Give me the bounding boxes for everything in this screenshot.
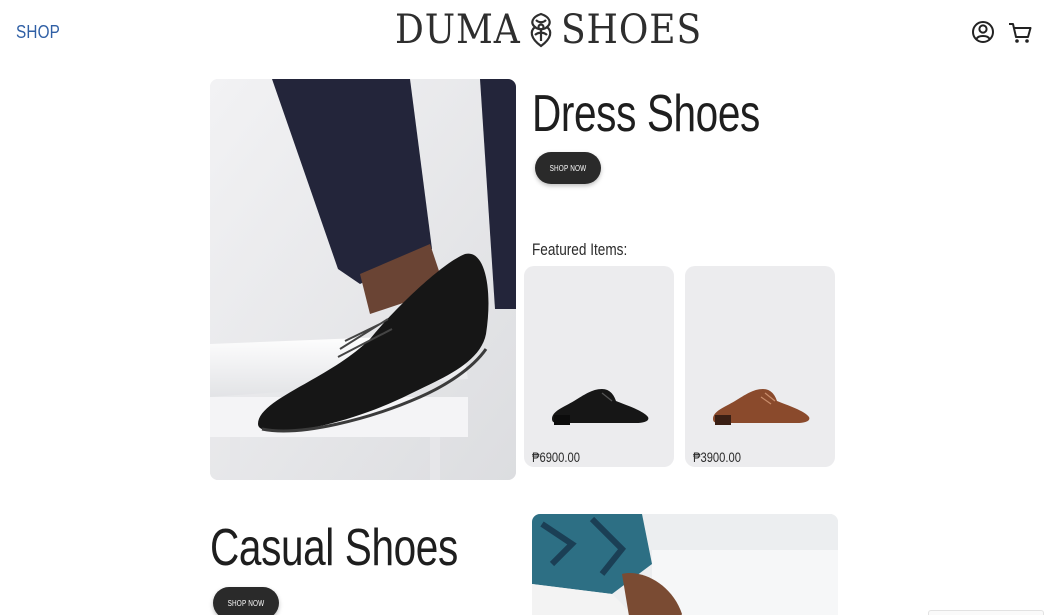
account-icon[interactable] — [969, 18, 997, 46]
logo-text-left: DUMA — [394, 7, 521, 53]
dress-shoes-hero-image[interactable] — [210, 79, 516, 480]
logo-text-right: SHOES — [560, 7, 702, 53]
logo-emblem-icon — [523, 10, 559, 50]
casual-shop-now-button[interactable]: SHOP NOW — [213, 587, 279, 615]
casual-shoes-title: Casual Shoes — [210, 519, 458, 577]
shop-nav-link[interactable]: SHOP — [16, 22, 60, 43]
casual-shoes-hero-image[interactable] — [532, 514, 838, 615]
featured-items-label: Featured Items: — [532, 240, 628, 259]
brand-logo[interactable]: DUMA SHOES — [381, 6, 717, 54]
casual-shop-now-label: SHOP NOW — [227, 598, 265, 608]
product-card[interactable]: ₱3900.00 — [685, 266, 835, 467]
dress-shop-now-button[interactable]: SHOP NOW — [535, 152, 601, 184]
header: SHOP DUMA SHOES — [0, 0, 1044, 64]
product-price: ₱6900.00 — [532, 449, 580, 465]
cart-icon[interactable] — [1006, 18, 1034, 46]
dress-shoes-title: Dress Shoes — [532, 85, 760, 143]
product-price: ₱3900.00 — [693, 449, 741, 465]
product-card[interactable]: ₱6900.00 — [524, 266, 674, 467]
dress-shop-now-label: SHOP NOW — [549, 163, 587, 173]
brown-dress-shoe-image — [713, 389, 810, 425]
corner-widget[interactable] — [928, 610, 1044, 615]
black-dress-shoe-image — [552, 389, 649, 425]
